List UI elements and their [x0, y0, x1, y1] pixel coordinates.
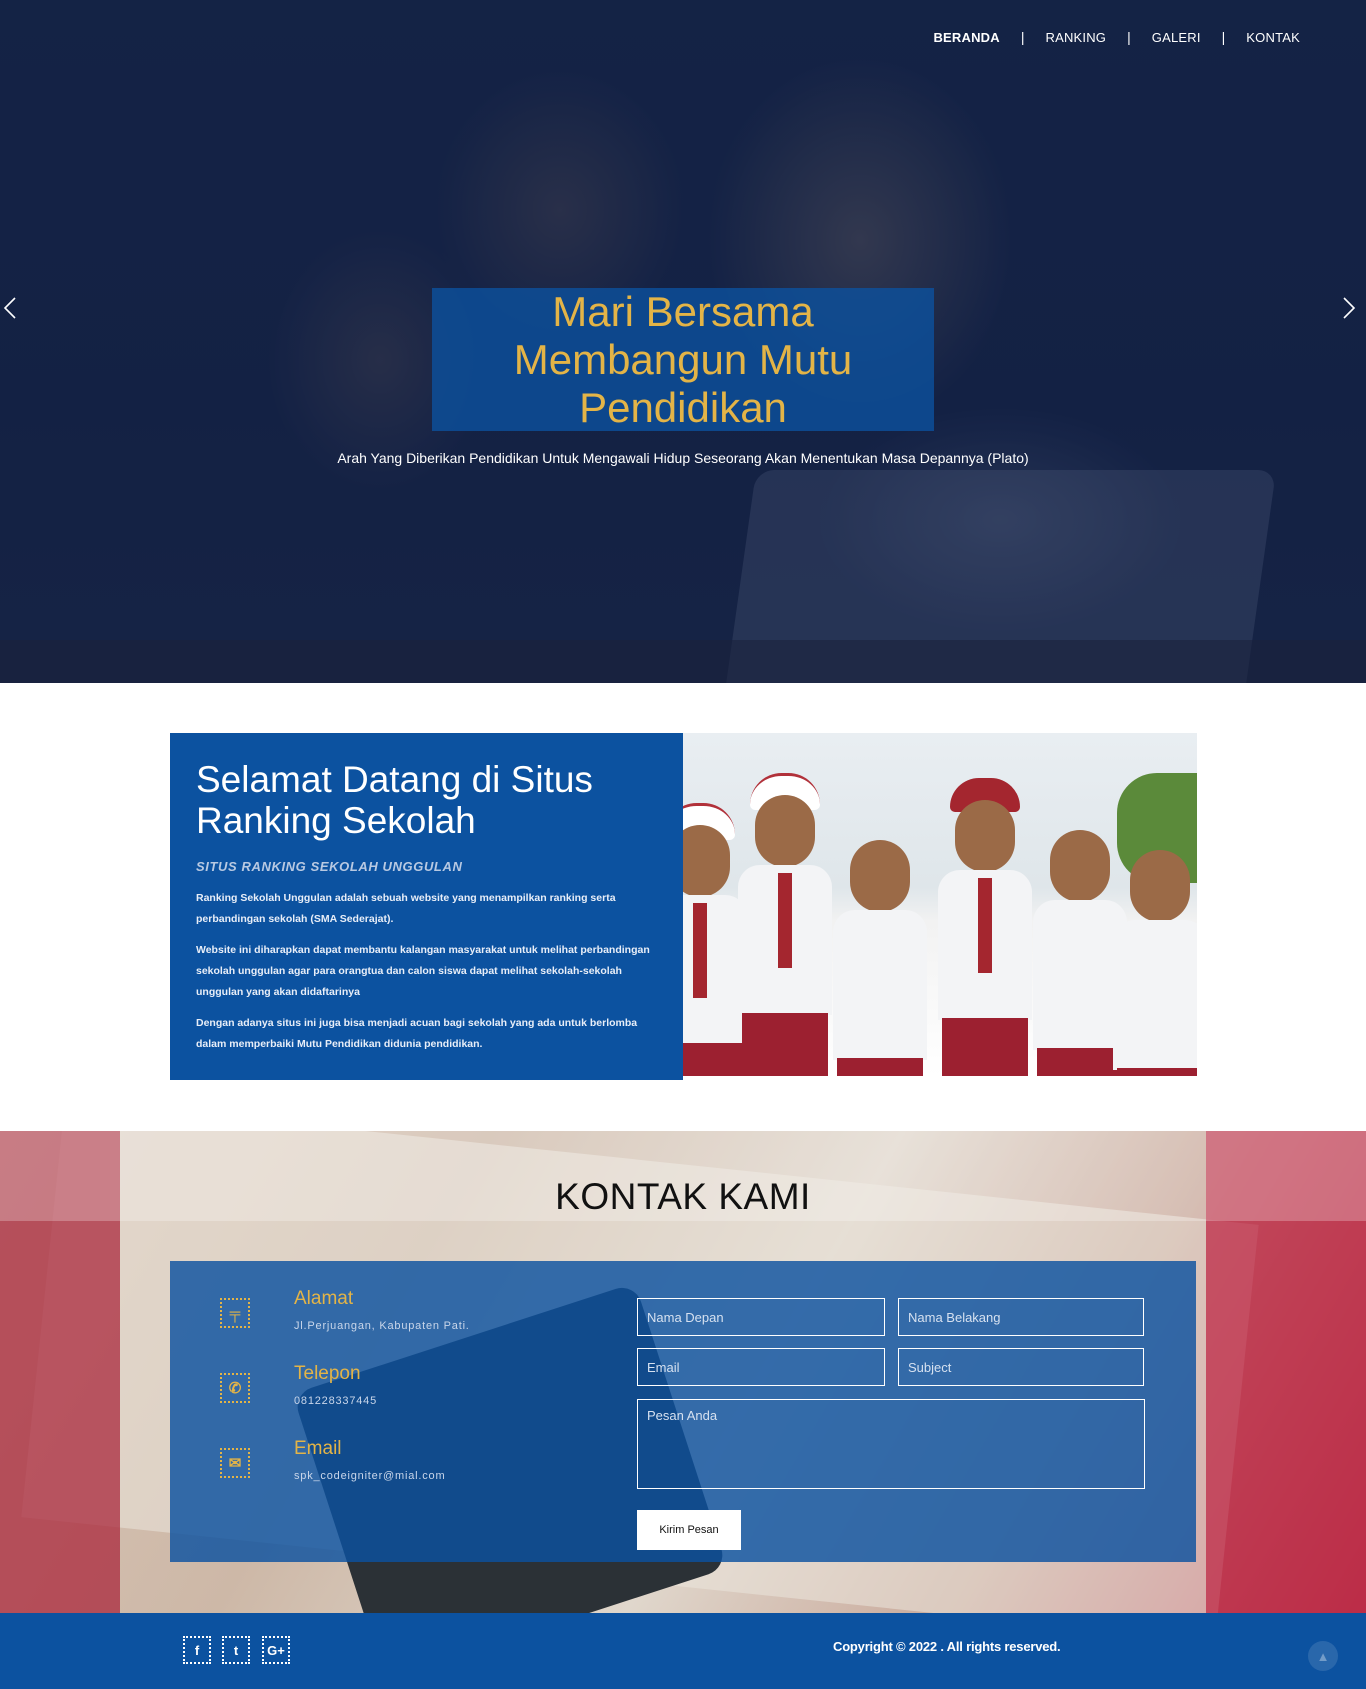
- signpost-icon: ╤: [220, 1298, 250, 1328]
- first-name-input[interactable]: [637, 1298, 885, 1336]
- main-nav: BERANDA | RANKING | GALERI | KONTAK: [933, 29, 1300, 45]
- footer: f t G+ Copyright © 2022 . All rights res…: [0, 1613, 1366, 1689]
- students-photo: [683, 733, 1197, 1076]
- about-paragraph: Dengan adanya situs ini juga bisa menjad…: [196, 1017, 638, 1050]
- hero-title: Mari Bersama Membangun Mutu Pendidikan: [513, 288, 853, 431]
- send-message-button[interactable]: Kirim Pesan: [637, 1510, 741, 1550]
- message-textarea[interactable]: [637, 1399, 1145, 1489]
- google-plus-icon[interactable]: G+: [262, 1636, 290, 1664]
- about-subtitle: SITUS RANKING SEKOLAH UNGGULAN: [196, 859, 463, 874]
- about-card: Selamat Datang di Situs Ranking Sekolah …: [170, 733, 683, 1080]
- nav-separator: |: [1020, 29, 1025, 45]
- hero-quote: Arah Yang Diberikan Pendidikan Untuk Men…: [337, 450, 1029, 466]
- nav-item-beranda[interactable]: BERANDA: [933, 30, 999, 45]
- nav-separator: |: [1221, 29, 1226, 45]
- hero-slider: BERANDA | RANKING | GALERI | KONTAK Mari…: [0, 0, 1366, 683]
- about-paragraph: Website ini diharapkan dapat membantu ka…: [196, 944, 650, 998]
- info-title: Email: [294, 1438, 342, 1459]
- chevron-left-icon[interactable]: [3, 296, 17, 320]
- nav-item-kontak[interactable]: KONTAK: [1246, 30, 1300, 45]
- info-title: Alamat: [294, 1288, 354, 1309]
- about-paragraph: Ranking Sekolah Unggulan adalah sebuah w…: [196, 892, 616, 925]
- copyright-text: Copyright © 2022 . All rights reserved.: [833, 1639, 1061, 1654]
- nav-item-galeri[interactable]: GALERI: [1152, 30, 1201, 45]
- envelope-icon: ✉: [220, 1448, 250, 1478]
- info-text: 081228337445: [294, 1395, 378, 1407]
- facebook-icon[interactable]: f: [183, 1636, 211, 1664]
- last-name-input[interactable]: [898, 1298, 1144, 1336]
- about-title: Selamat Datang di Situs Ranking Sekolah: [196, 759, 593, 841]
- phone-icon: ✆: [220, 1373, 250, 1403]
- info-title: Telepon: [294, 1363, 361, 1384]
- contact-panel: ╤ Alamat Jl.Perjuangan, Kabupaten Pati. …: [170, 1261, 1196, 1562]
- nav-separator: |: [1127, 29, 1131, 45]
- info-text: spk_codeigniter@mial.com: [294, 1470, 446, 1482]
- nav-item-ranking[interactable]: RANKING: [1045, 30, 1106, 45]
- twitter-icon[interactable]: t: [222, 1636, 250, 1664]
- arrow-up-icon[interactable]: ▲: [1308, 1641, 1338, 1671]
- subject-input[interactable]: [898, 1348, 1144, 1386]
- info-text: Jl.Perjuangan, Kabupaten Pati.: [294, 1320, 470, 1332]
- chevron-right-icon[interactable]: [1342, 296, 1356, 320]
- email-input[interactable]: [637, 1348, 885, 1386]
- contact-title: KONTAK KAMI: [555, 1176, 811, 1217]
